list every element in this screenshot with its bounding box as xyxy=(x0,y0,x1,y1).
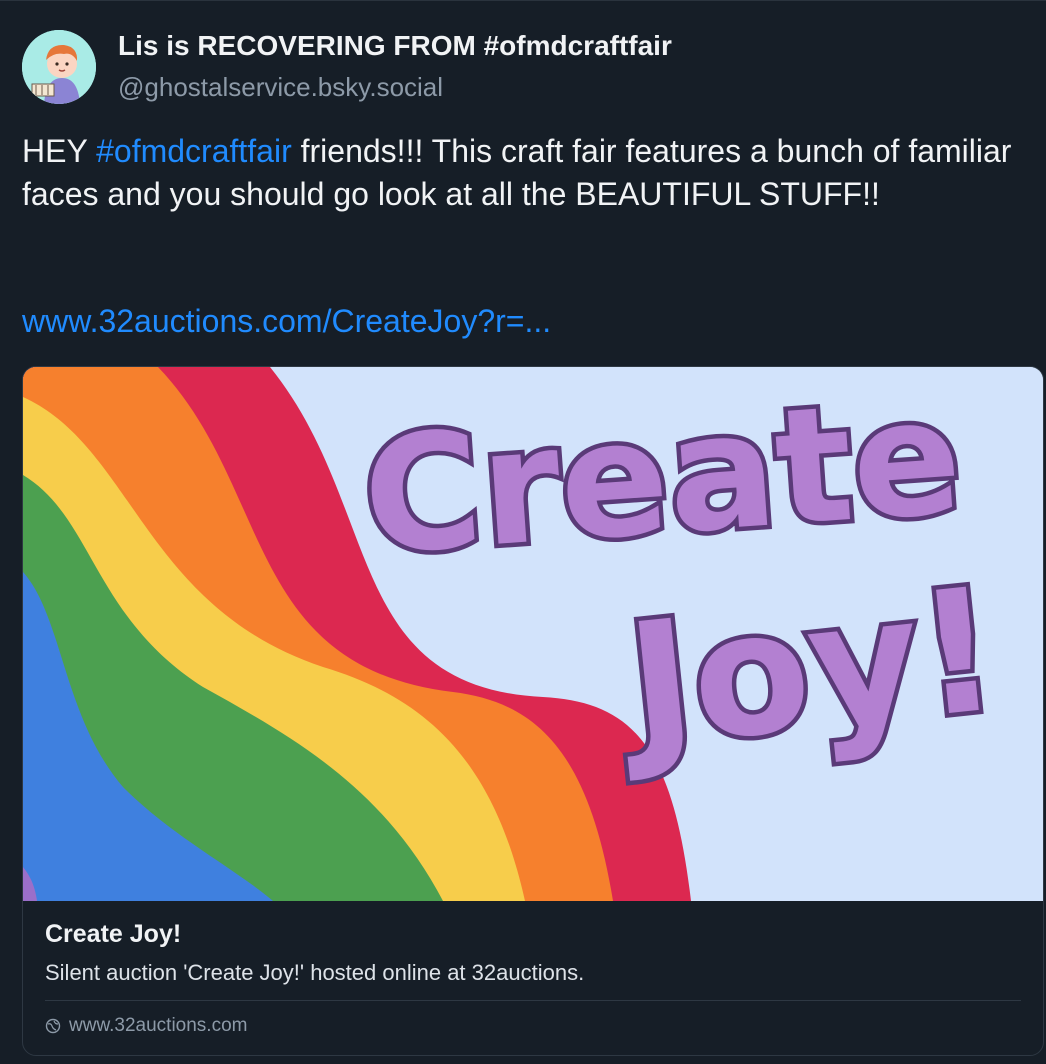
author-avatar[interactable] xyxy=(22,30,96,104)
post-text-start: HEY xyxy=(22,133,97,169)
top-divider xyxy=(0,0,1046,1)
joy-lettering: Joy! xyxy=(610,551,1007,787)
globe-icon xyxy=(45,1018,61,1034)
link-card-title: Create Joy! xyxy=(45,920,182,948)
author-display-name[interactable]: Lis is RECOVERING FROM #ofmdcraftfair xyxy=(118,30,672,62)
link-card-domain: www.32auctions.com xyxy=(69,1015,248,1036)
post[interactable]: Lis is RECOVERING FROM #ofmdcraftfair @g… xyxy=(0,0,1046,1064)
rainbow-banner-image: Create Joy! xyxy=(23,367,1043,901)
link-card-divider xyxy=(45,1000,1021,1001)
post-text: HEY #ofmdcraftfair friends!!! This craft… xyxy=(22,130,1022,216)
hashtag-link[interactable]: #ofmdcraftfair xyxy=(96,133,292,169)
post-url-link[interactable]: www.32auctions.com/CreateJoy?r=... xyxy=(22,303,551,340)
link-card-domain-row: www.32auctions.com xyxy=(45,1015,247,1037)
cartoon-character-avatar-icon xyxy=(22,30,96,104)
author-handle[interactable]: @ghostalservice.bsky.social xyxy=(118,72,443,103)
link-preview-image: Create Joy! xyxy=(23,367,1043,901)
link-preview-card[interactable]: Create Joy! Create Joy! Silent auction '… xyxy=(22,366,1044,1056)
link-card-description: Silent auction 'Create Joy!' hosted onli… xyxy=(45,960,585,985)
